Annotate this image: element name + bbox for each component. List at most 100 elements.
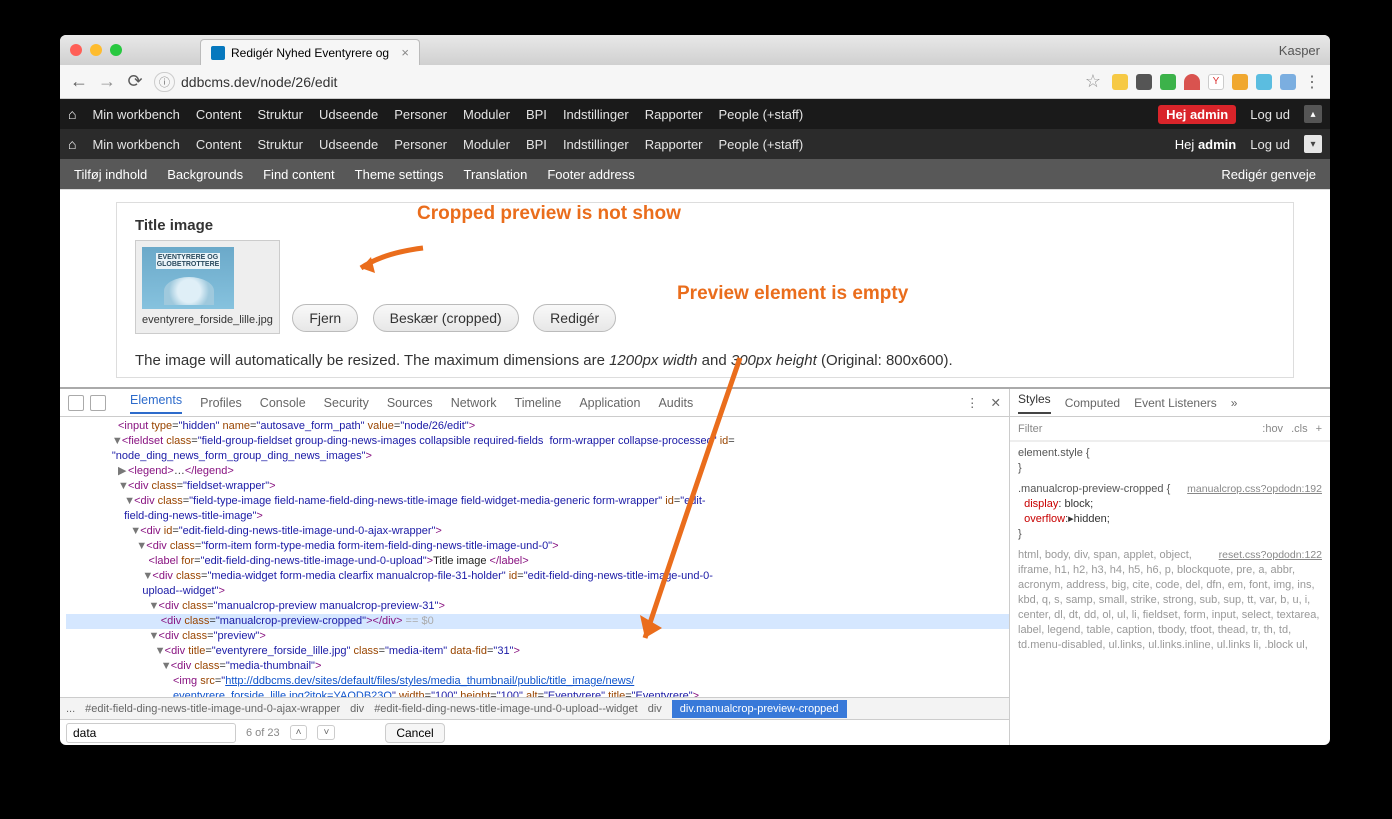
site-info-icon[interactable]: ⓘ bbox=[154, 72, 175, 92]
shortcut-add-content[interactable]: Tilføj indhold bbox=[74, 167, 147, 182]
extension-icon[interactable] bbox=[1112, 74, 1128, 90]
cls-toggle[interactable]: .cls bbox=[1291, 423, 1308, 435]
tab-network[interactable]: Network bbox=[451, 396, 497, 410]
shortcut-theme[interactable]: Theme settings bbox=[355, 167, 444, 182]
shortcut-footer[interactable]: Footer address bbox=[547, 167, 634, 182]
shortcut-find-content[interactable]: Find content bbox=[263, 167, 335, 182]
device-icon[interactable] bbox=[90, 395, 106, 411]
remove-button[interactable]: Fjern bbox=[292, 304, 358, 332]
devtools-close-icon[interactable]: ✕ bbox=[991, 395, 1001, 410]
toolbar-toggle-icon[interactable]: ▴ bbox=[1304, 105, 1322, 123]
dom-tree[interactable]: <input type="hidden" name="autosave_form… bbox=[60, 417, 1009, 697]
reload-icon[interactable]: ⟳ bbox=[126, 71, 144, 92]
find-prev-icon[interactable]: ˄ bbox=[290, 725, 308, 740]
find-input[interactable] bbox=[66, 723, 236, 743]
home-icon[interactable]: ⌂ bbox=[68, 106, 76, 122]
tab-application[interactable]: Application bbox=[579, 396, 640, 410]
tab-security[interactable]: Security bbox=[324, 396, 369, 410]
tab-elements[interactable]: Elements bbox=[130, 393, 182, 414]
drupal-favicon bbox=[211, 46, 225, 60]
edit-button[interactable]: Redigér bbox=[533, 304, 616, 332]
nav-bpi[interactable]: BPI bbox=[526, 137, 547, 152]
browser-tab[interactable]: Redigér Nyhed Eventyrere og × bbox=[200, 39, 420, 65]
nav-modules[interactable]: Moduler bbox=[463, 137, 510, 152]
nav-config[interactable]: Indstillinger bbox=[563, 137, 629, 152]
admin-toolbar-secondary: ⌂ Min workbench Content Struktur Udseend… bbox=[60, 129, 1330, 159]
nav-staff[interactable]: People (+staff) bbox=[719, 107, 804, 122]
nav-workbench[interactable]: Min workbench bbox=[92, 137, 179, 152]
extension-icon[interactable] bbox=[1160, 74, 1176, 90]
window-minimize[interactable] bbox=[90, 44, 102, 56]
logout-link[interactable]: Log ud bbox=[1250, 107, 1290, 122]
side-tab-more-icon[interactable]: » bbox=[1231, 396, 1238, 410]
nav-reports[interactable]: Rapporter bbox=[645, 137, 703, 152]
extension-icon[interactable] bbox=[1256, 74, 1272, 90]
nav-people[interactable]: Personer bbox=[394, 107, 447, 122]
home-icon[interactable]: ⌂ bbox=[68, 136, 76, 152]
crumb-selected[interactable]: div.manualcrop-preview-cropped bbox=[672, 700, 847, 718]
styles-filter[interactable]: Filter bbox=[1018, 423, 1042, 435]
toolbar-toggle-icon[interactable]: ▾ bbox=[1304, 135, 1322, 153]
window-titlebar: Redigér Nyhed Eventyrere og × Kasper bbox=[60, 35, 1330, 65]
crop-button[interactable]: Beskær (cropped) bbox=[373, 304, 519, 332]
nav-structure[interactable]: Struktur bbox=[257, 107, 303, 122]
tab-audits[interactable]: Audits bbox=[658, 396, 693, 410]
logout-link[interactable]: Log ud bbox=[1250, 137, 1290, 152]
nav-config[interactable]: Indstillinger bbox=[563, 107, 629, 122]
inspect-icon[interactable] bbox=[68, 395, 84, 411]
side-tab-listeners[interactable]: Event Listeners bbox=[1134, 396, 1217, 410]
forward-icon: → bbox=[98, 71, 116, 92]
devtools-panel: Elements Profiles Console Security Sourc… bbox=[60, 387, 1330, 745]
inherited-selectors[interactable]: html, body, div, span, applet, object, i… bbox=[1018, 548, 1322, 653]
window-maximize[interactable] bbox=[110, 44, 122, 56]
image-description: The image will automatically be resized.… bbox=[135, 352, 1275, 369]
find-next-icon[interactable]: ˅ bbox=[317, 725, 335, 740]
thumb-overlay-text: EVENTYRERE OG GLOBETROTTERE bbox=[156, 253, 220, 269]
nav-reports[interactable]: Rapporter bbox=[645, 107, 703, 122]
side-tab-styles[interactable]: Styles bbox=[1018, 392, 1051, 414]
hov-toggle[interactable]: :hov bbox=[1262, 423, 1283, 435]
back-icon[interactable]: ← bbox=[70, 71, 88, 92]
extension-icon[interactable] bbox=[1136, 74, 1152, 90]
shortcut-backgrounds[interactable]: Backgrounds bbox=[167, 167, 243, 182]
selected-dom-node: <div class="manualcrop-preview-cropped">… bbox=[66, 614, 1009, 629]
nav-bpi[interactable]: BPI bbox=[526, 107, 547, 122]
shortcuts-bar: Tilføj indhold Backgrounds Find content … bbox=[60, 159, 1330, 189]
extension-icon[interactable] bbox=[1280, 74, 1296, 90]
chrome-menu-icon[interactable]: ⋮ bbox=[1304, 72, 1320, 92]
dom-breadcrumbs[interactable]: ... #edit-field-ding-news-title-image-un… bbox=[60, 697, 1009, 719]
nav-structure[interactable]: Struktur bbox=[257, 137, 303, 152]
tab-console[interactable]: Console bbox=[260, 396, 306, 410]
extension-icon[interactable] bbox=[1232, 74, 1248, 90]
nav-content[interactable]: Content bbox=[196, 137, 242, 152]
shortcut-translation[interactable]: Translation bbox=[464, 167, 528, 182]
nav-staff[interactable]: People (+staff) bbox=[719, 137, 804, 152]
nav-appearance[interactable]: Udseende bbox=[319, 137, 378, 152]
nav-workbench[interactable]: Min workbench bbox=[92, 107, 179, 122]
tab-timeline[interactable]: Timeline bbox=[515, 396, 562, 410]
devtools-menu-icon[interactable]: ⋮ bbox=[966, 395, 979, 410]
bookmark-star-icon[interactable]: ☆ bbox=[1084, 71, 1102, 92]
find-cancel-button[interactable]: Cancel bbox=[385, 723, 444, 743]
window-close[interactable] bbox=[70, 44, 82, 56]
yandex-icon[interactable]: Y bbox=[1208, 74, 1224, 90]
annotation-1: Cropped preview is not show bbox=[417, 203, 681, 225]
new-rule-icon[interactable]: + bbox=[1316, 423, 1322, 435]
ublock-icon[interactable] bbox=[1184, 74, 1200, 90]
nav-content[interactable]: Content bbox=[196, 107, 242, 122]
nav-appearance[interactable]: Udseende bbox=[319, 107, 378, 122]
tab-profiles[interactable]: Profiles bbox=[200, 396, 242, 410]
devtools-find-bar: 6 of 23 ˄ ˅ Cancel bbox=[60, 719, 1009, 745]
css-source-link[interactable]: reset.css?opdodn:122 bbox=[1219, 548, 1322, 563]
chrome-profile[interactable]: Kasper bbox=[1279, 43, 1320, 58]
image-thumbnail-box: EVENTYRERE OG GLOBETROTTERE eventyrere_f… bbox=[135, 240, 280, 334]
url-field[interactable]: ⓘ ddbcms.dev/node/26/edit bbox=[154, 72, 1074, 92]
tab-sources[interactable]: Sources bbox=[387, 396, 433, 410]
edit-shortcuts[interactable]: Redigér genveje bbox=[1221, 167, 1316, 182]
nav-people[interactable]: Personer bbox=[394, 137, 447, 152]
side-tab-computed[interactable]: Computed bbox=[1065, 396, 1120, 410]
css-source-link[interactable]: manualcrop.css?opdodn:192 bbox=[1187, 482, 1322, 497]
tab-close-icon[interactable]: × bbox=[401, 45, 409, 60]
nav-modules[interactable]: Moduler bbox=[463, 107, 510, 122]
devtools-styles-pane: Styles Computed Event Listeners » Filter… bbox=[1010, 389, 1330, 745]
